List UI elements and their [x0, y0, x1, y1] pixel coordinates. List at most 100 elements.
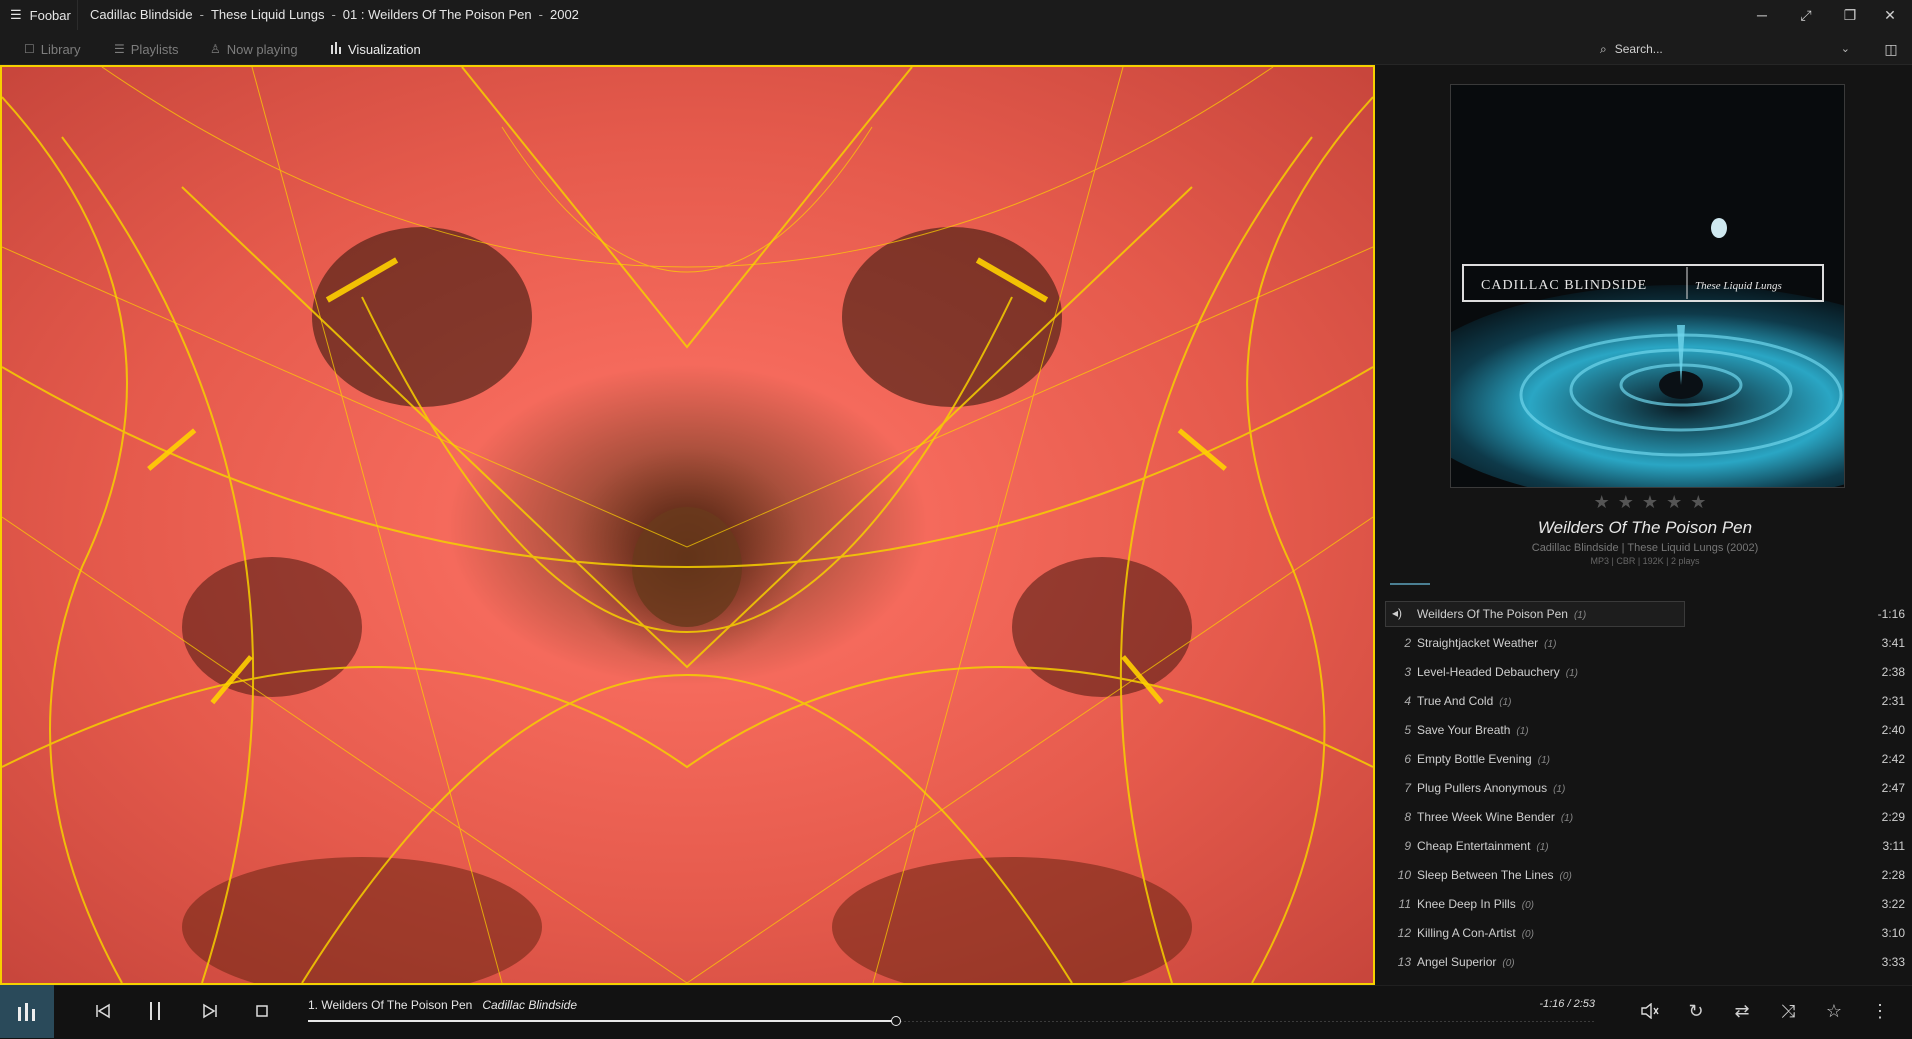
track-title: Angel Superior	[1417, 955, 1497, 969]
next-button[interactable]	[190, 993, 230, 1029]
next-icon	[203, 1003, 217, 1019]
track-title: Sleep Between The Lines	[1417, 868, 1554, 882]
track-title-wrap: Sleep Between The Lines (0)	[1417, 868, 1572, 882]
kebab-menu-icon: ⋮	[1871, 1000, 1889, 1021]
pause-icon	[150, 1002, 160, 1020]
playlist-row[interactable]: 12 Killing A Con-Artist (0) 3:10	[1385, 919, 1905, 947]
restore-icon: ❐	[1843, 6, 1857, 23]
track-playcount: (1)	[1553, 784, 1566, 795]
track-duration: 2:28	[1881, 868, 1905, 882]
playlist-row[interactable]: 10 Sleep Between The Lines (0) 2:28	[1385, 861, 1905, 889]
transport-artist: Cadillac Blindside	[482, 998, 578, 1012]
track-title-wrap: Straightjacket Weather (1)	[1417, 636, 1556, 650]
star-icon[interactable]: ★	[1642, 492, 1658, 516]
tab-label: Library	[40, 41, 81, 57]
track-duration: -1:16	[1877, 607, 1905, 621]
track-duration: 2:38	[1881, 665, 1905, 679]
seek-handle[interactable]	[890, 1016, 901, 1026]
track-playcount: (0)	[1559, 871, 1572, 882]
shuffle-button[interactable]: ⤨	[1768, 993, 1808, 1029]
playlist-row[interactable]: 4 True And Cold (1) 2:31	[1385, 687, 1905, 715]
track-title-wrap: Weilders Of The Poison Pen (1)	[1417, 607, 1586, 621]
star-icon[interactable]: ★	[1690, 492, 1706, 516]
more-options-button[interactable]: ⋮	[1862, 993, 1898, 1029]
track-playcount: (1)	[1537, 755, 1550, 766]
chevron-down-icon[interactable]: ⌄	[1841, 42, 1850, 55]
mini-progress-bar	[1390, 583, 1430, 585]
track-title: True And Cold	[1417, 694, 1494, 708]
minimize-icon: ─	[1757, 7, 1767, 23]
track-duration: 3:11	[1882, 839, 1905, 853]
close-icon: ✕	[1884, 6, 1896, 23]
playlists-icon: ☰	[114, 42, 125, 56]
repeat-one-button[interactable]: ↻	[1676, 993, 1716, 1029]
track-playcount: (1)	[1560, 813, 1574, 824]
playlist-row[interactable]: 7 Plug Pullers Anonymous (1) 2:47	[1385, 774, 1905, 802]
playlist-row[interactable]: 8 Three Week Wine Bender (1) 2:29	[1385, 803, 1905, 831]
track-duration: 3:41	[1881, 636, 1905, 650]
shuffle-icon: ⤨	[1780, 1000, 1796, 1021]
tab-now-playing[interactable]: ♙ Now playing	[210, 32, 298, 66]
search-box[interactable]: ⌕ Search... ⌄	[1600, 34, 1850, 64]
repeat-button[interactable]: ⇄	[1722, 993, 1762, 1029]
track-title: Level-Headed Debauchery	[1417, 665, 1560, 679]
track-title-wrap: Level-Headed Debauchery (1)	[1417, 665, 1578, 679]
track-title-wrap: Knee Deep In Pills (0)	[1417, 897, 1534, 911]
volume-button[interactable]	[1630, 993, 1670, 1029]
album-art: CADILLAC BLINDSIDE These Liquid Lungs	[1450, 84, 1845, 488]
playlist-row[interactable]: 11 Knee Deep In Pills (0) 3:22	[1385, 890, 1905, 918]
transport-bar	[0, 985, 1912, 1039]
track-playcount: (1)	[1536, 842, 1549, 853]
app-menu-button[interactable]: ☰ Foobar	[0, 0, 78, 30]
tab-visualization[interactable]: Visualization	[330, 32, 421, 66]
track-playcount: (1)	[1565, 668, 1578, 679]
track-playcount: (0)	[1502, 958, 1515, 969]
now-playing-album: These Liquid Lungs (2002)	[1627, 542, 1759, 554]
pause-button[interactable]	[135, 993, 175, 1029]
rating-stars[interactable]: ★ ★ ★ ★ ★	[1565, 492, 1735, 516]
playlist-row[interactable]: 3 Level-Headed Debauchery (1) 2:38	[1385, 658, 1905, 686]
close-button[interactable]: ✕	[1868, 0, 1912, 30]
repeat-icon: ⇄	[1734, 1000, 1750, 1021]
playlist-row[interactable]: 9 Cheap Entertainment (1) 3:11	[1385, 832, 1905, 860]
track-playcount: (1)	[1516, 726, 1529, 737]
search-input[interactable]: Search...	[1615, 42, 1663, 56]
stop-icon	[256, 1005, 268, 1017]
playlist-row[interactable]: 13 Angel Superior (0) 3:33	[1385, 948, 1905, 976]
star-icon[interactable]: ★	[1666, 492, 1682, 516]
track-number: 10	[1397, 868, 1411, 882]
track-number: 6	[1404, 752, 1411, 766]
track-number: 13	[1397, 955, 1411, 969]
album-art-band: CADILLAC BLINDSIDE	[1481, 278, 1647, 293]
restore-button[interactable]: ❐	[1828, 0, 1872, 30]
refresh-icon: ↻	[1688, 1000, 1704, 1021]
search-icon: ⌕	[1600, 41, 1607, 56]
playlist-row[interactable]: 5 Save Your Breath (1) 2:40	[1385, 716, 1905, 744]
transport-track-title: 1. Weilders Of The Poison Pen	[308, 998, 473, 1012]
star-icon[interactable]: ★	[1594, 492, 1610, 516]
track-title-wrap: Cheap Entertainment (1)	[1417, 839, 1549, 853]
favorite-button[interactable]: ☆	[1814, 993, 1854, 1029]
tab-library[interactable]: ☐ Library	[24, 32, 81, 66]
tab-playlists[interactable]: ☰ Playlists	[114, 32, 178, 66]
playlist-row[interactable]: ◂) Weilders Of The Poison Pen (1) -1:16	[1385, 600, 1905, 628]
playlist-row[interactable]: 6 Empty Bottle Evening (1) 2:42	[1385, 745, 1905, 773]
stop-button[interactable]	[242, 993, 282, 1029]
star-icon[interactable]: ★	[1618, 492, 1634, 516]
layout-toggle-icon[interactable]: ◫	[1880, 38, 1902, 60]
seek-bar[interactable]	[308, 1016, 1595, 1026]
title-album: These Liquid Lungs	[210, 7, 325, 22]
visualizer-toggle-icon[interactable]	[0, 985, 54, 1038]
previous-button[interactable]	[83, 993, 123, 1029]
track-title-wrap: Plug Pullers Anonymous (1)	[1417, 781, 1565, 795]
volume-icon	[1641, 1003, 1659, 1019]
fullscreen-icon: ⤢	[1800, 6, 1812, 23]
minimize-button[interactable]: ─	[1740, 0, 1784, 30]
fullscreen-button[interactable]: ⤢	[1784, 0, 1828, 30]
album-art-graphic: CADILLAC BLINDSIDE These Liquid Lungs	[1451, 85, 1844, 487]
track-title: Straightjacket Weather	[1417, 636, 1539, 650]
window-title: Cadillac Blindside - These Liquid Lungs -01…	[90, 7, 579, 22]
playlist-row[interactable]: 2 Straightjacket Weather (1) 3:41	[1385, 629, 1905, 657]
transport-track-info: 1. Weilders Of The Poison Pen Cadillac Bl…	[308, 998, 577, 1012]
track-number: 12	[1397, 926, 1411, 940]
